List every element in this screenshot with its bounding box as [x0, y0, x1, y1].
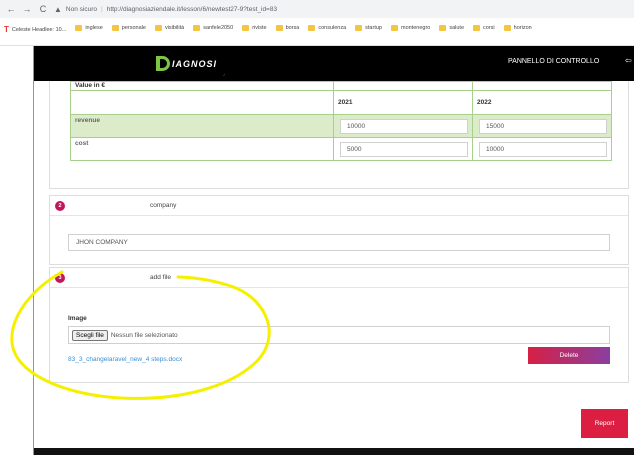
logo-subtext: ✓	[223, 73, 226, 77]
folder-icon	[154, 25, 162, 31]
folder-icon	[242, 25, 250, 31]
control-panel-link[interactable]: PANNELLO DI CONTROLLO	[508, 58, 599, 65]
bookmark-folder[interactable]: startup	[355, 25, 382, 31]
bookmark-folder[interactable]: riviste	[242, 25, 267, 31]
left-accent-line	[33, 46, 34, 455]
bookmark-celeste[interactable]: T Celeste Headlee: 10...	[4, 25, 66, 34]
report-button[interactable]: Report	[581, 409, 628, 438]
app-header: IAGNOSI ✓ PANNELLO DI CONTROLLO ⇦	[34, 46, 634, 81]
table-header-row: Value in €	[70, 81, 612, 91]
folder-icon	[75, 25, 83, 31]
logo-text: IAGNOSI	[172, 58, 218, 69]
image-label: Image	[68, 315, 87, 322]
section-number-badge: 2	[55, 201, 65, 211]
table-cell	[333, 81, 473, 91]
table-row-revenue: revenue 10000 15000	[70, 114, 612, 138]
bookmark-folder[interactable]: sanfele2050	[193, 25, 233, 31]
folder-icon	[111, 25, 119, 31]
table-cell: 15000	[472, 114, 612, 138]
logout-icon[interactable]: ⇦	[625, 56, 632, 65]
row-label: cost	[70, 137, 334, 161]
bookmark-folder[interactable]: personale	[111, 25, 146, 31]
table-row-cost: cost 5000 10000	[70, 137, 612, 161]
file-input[interactable]: Scegli file Nessun file selezionato	[68, 326, 610, 344]
bookmark-folder[interactable]: horizon	[503, 25, 532, 31]
address-bar[interactable]: ▲ Non sicuro | http://diagnosiaziendale.…	[54, 2, 277, 16]
section-number-badge: 3	[55, 273, 65, 283]
folder-icon	[503, 25, 511, 31]
company-section: 2 company JHON COMPANY	[49, 195, 629, 265]
section-title: add file	[150, 274, 171, 281]
table-cell	[70, 90, 334, 115]
section-header: 3 add file	[50, 268, 628, 288]
bookmark-folder[interactable]: inglese	[75, 25, 103, 31]
bookmark-folder[interactable]: corsi	[473, 25, 495, 31]
choose-file-button[interactable]: Scegli file	[72, 329, 108, 341]
folder-icon	[275, 25, 283, 31]
table-cell	[472, 81, 612, 91]
folder-icon	[390, 25, 398, 31]
folder-icon	[355, 25, 363, 31]
section-title: company	[150, 202, 177, 209]
browser-toolbar: ← → C ▲ Non sicuro | http://diagnosiazie…	[0, 0, 634, 18]
bookmark-folder[interactable]: visibilità	[154, 25, 184, 31]
delete-button[interactable]: Delete	[528, 347, 610, 364]
cost-2022-input[interactable]: 10000	[479, 141, 607, 157]
ted-icon: T	[4, 25, 9, 34]
add-file-section: 3 add file Image Scegli file Nessun file…	[49, 267, 629, 383]
company-input[interactable]: JHON COMPANY	[68, 234, 610, 251]
section-header: 2 company	[50, 196, 628, 216]
table-cell: 5000	[333, 137, 473, 161]
url-separator: |	[101, 5, 103, 13]
forward-icon[interactable]: →	[22, 4, 32, 14]
row-label: revenue	[70, 114, 334, 138]
folder-icon	[193, 25, 201, 31]
table-cell: 10000	[472, 137, 612, 161]
value-label: Value in €	[70, 81, 334, 91]
diagnosi-logo[interactable]: IAGNOSI	[156, 56, 217, 71]
bookmark-folder[interactable]: montenegro	[390, 25, 430, 31]
cost-2021-input[interactable]: 5000	[340, 141, 468, 157]
logo-d-mark	[156, 56, 170, 71]
file-status: Nessun file selezionato	[110, 331, 178, 339]
revenue-2021-input[interactable]: 10000	[340, 118, 468, 134]
folder-icon	[439, 25, 447, 31]
uploaded-file-link[interactable]: 83_3_changelaravel_new_4 steps.docx	[68, 356, 182, 363]
folder-icon	[473, 25, 481, 31]
year-header: 2022	[472, 90, 612, 115]
bookmarks-bar: T Celeste Headlee: 10... inglese personal…	[0, 18, 634, 46]
bookmark-folder[interactable]: borsa	[275, 25, 299, 31]
folder-icon	[308, 25, 316, 31]
security-label: Non sicuro	[65, 5, 97, 13]
bookmark-folder[interactable]: consulenza	[308, 25, 346, 31]
footer-bar	[34, 448, 634, 455]
back-icon[interactable]: ←	[6, 4, 16, 14]
revenue-2022-input[interactable]: 15000	[479, 118, 607, 134]
warning-icon[interactable]: ▲	[54, 5, 62, 14]
values-panel: Value in € 2021 2022 revenue 10000 15000…	[49, 81, 629, 189]
values-table: Value in € 2021 2022 revenue 10000 15000…	[70, 81, 612, 161]
table-years-row: 2021 2022	[70, 90, 612, 115]
reload-icon[interactable]: C	[38, 4, 48, 14]
url-text[interactable]: http://diagnosiaziendale.it/lesson/6/new…	[107, 6, 277, 13]
bookmark-folder[interactable]: salute	[439, 25, 464, 31]
year-header: 2021	[333, 90, 473, 115]
table-cell: 10000	[333, 114, 473, 138]
